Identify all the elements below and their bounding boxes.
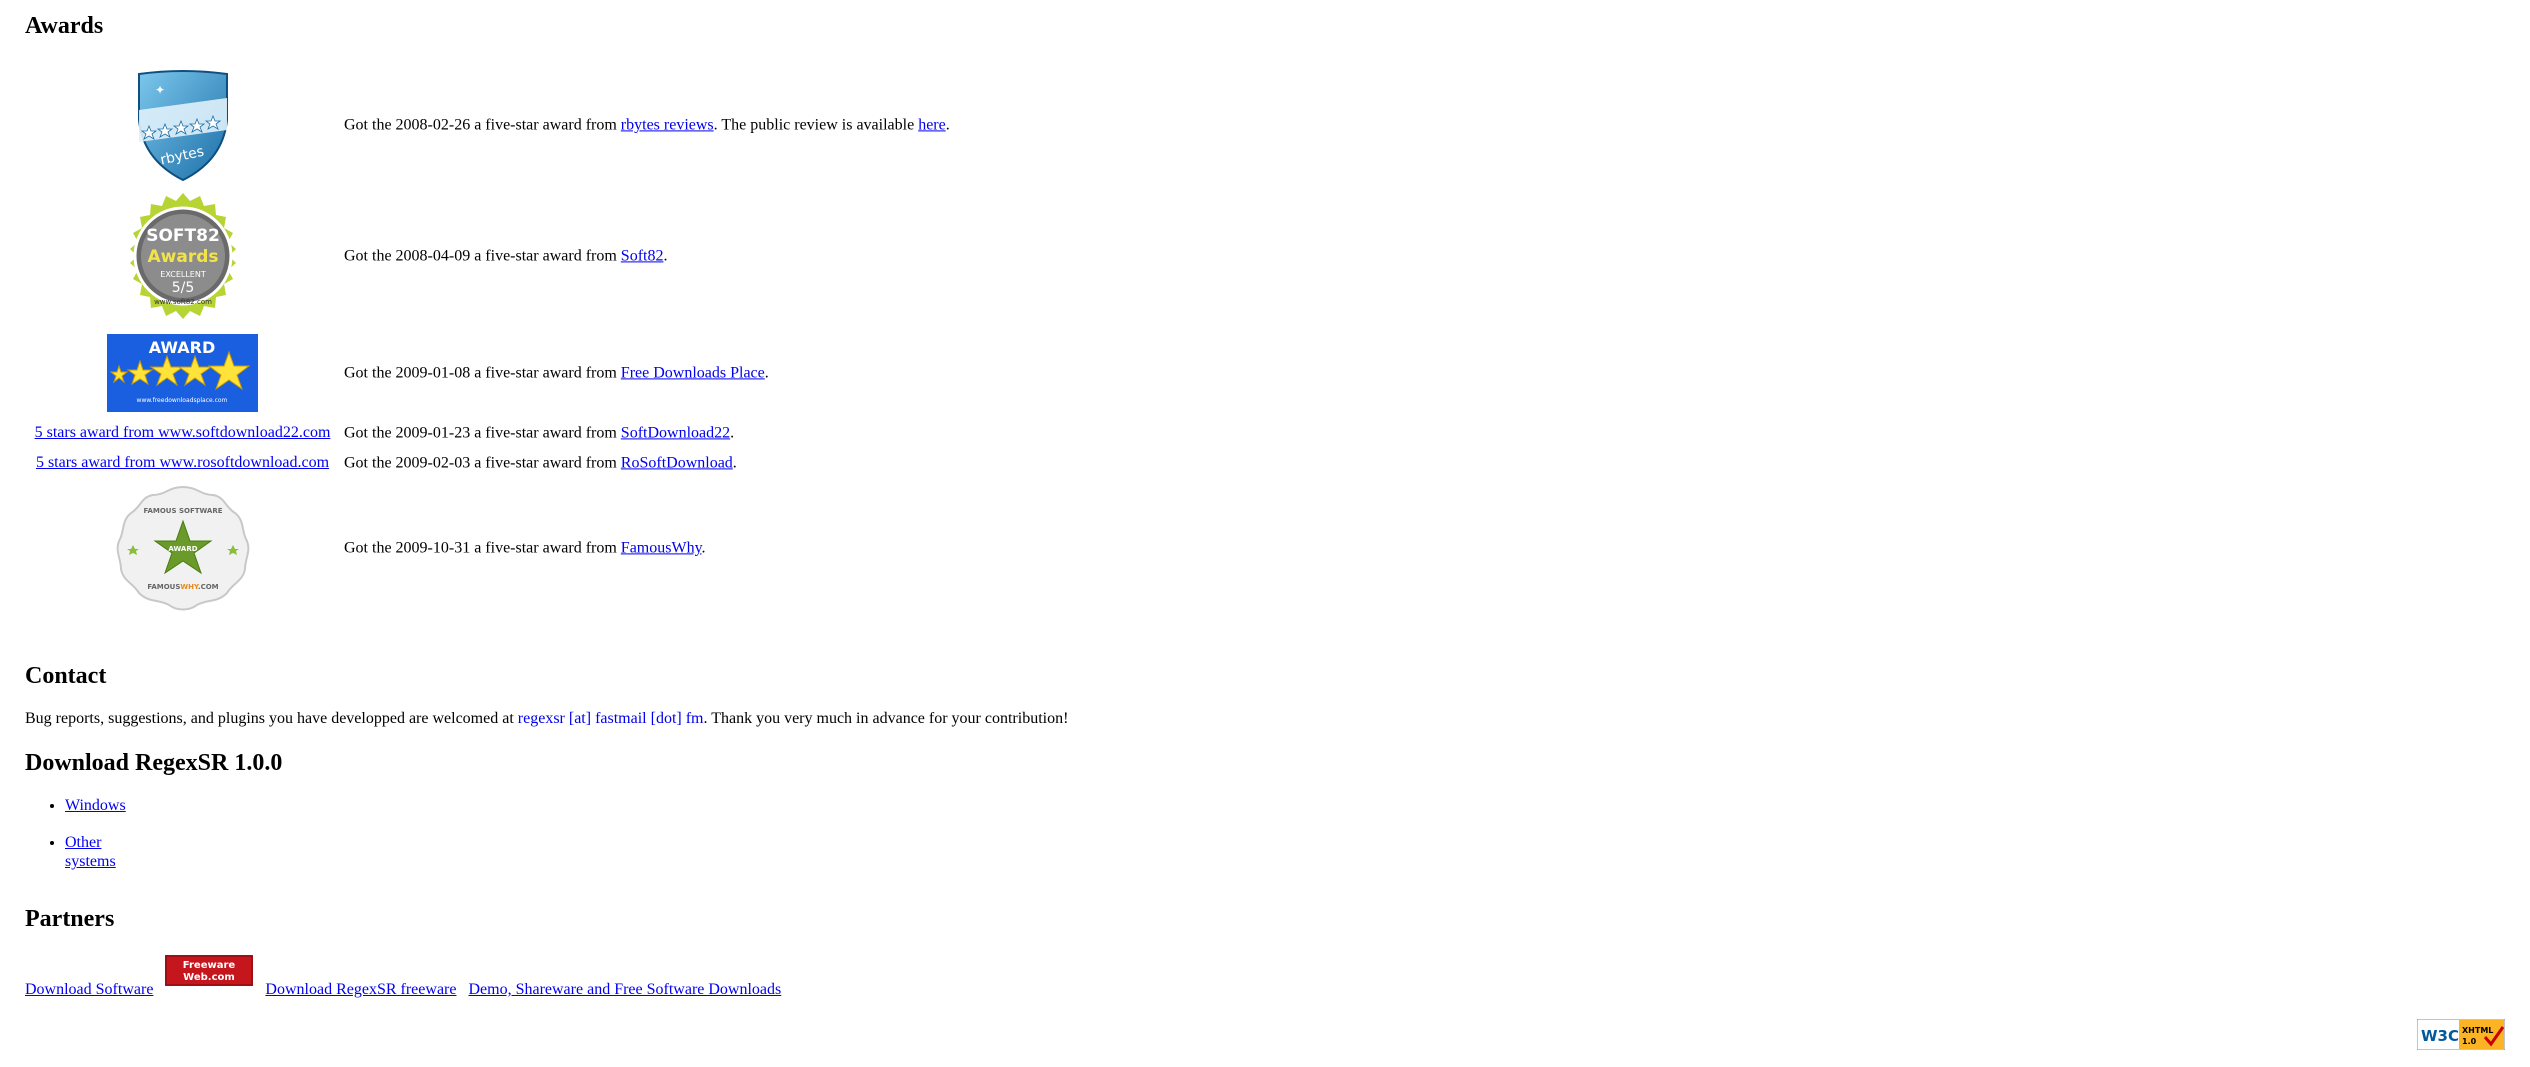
award-badge-rosoftdownload: 5 stars award from www.rosoftdownload.co… [25,453,340,473]
svg-text:SOFT82: SOFT82 [146,226,220,246]
svg-text:1.0: 1.0 [2462,1037,2477,1046]
download-windows-link[interactable]: Windows [65,797,126,814]
award-description-3: Got the 2009-01-08 a five-star award fro… [344,364,769,382]
w3c-valid-xhtml-icon: W3C XHTML 1.0 [2416,1018,2506,1051]
svg-text:www.soft82.com: www.soft82.com [154,298,212,306]
contact-heading: Contact [25,663,107,689]
award-badge-rbytes[interactable]: rbytes ✦ [25,68,340,183]
award-badge-soft82[interactable]: SOFT82 Awards EXCELLENT 5/5 www.soft82.c… [25,192,340,320]
svg-text:W3C: W3C [2421,1027,2459,1045]
svg-text:www.freedownloadsplace.com: www.freedownloadsplace.com [137,397,228,404]
contact-paragraph: Bug reports, suggestions, and plugins yo… [25,710,1069,727]
download-list-item: Windows [65,796,126,815]
award-badge-freedownloadsplace[interactable]: AWARD www.freedownloadsplace.com [25,334,340,412]
download-list-item: Other systems [65,833,126,871]
awards-heading: Awards [25,13,104,39]
freewareweb-badge[interactable]: Freeware Web.com [165,955,254,991]
famouswhy-link[interactable]: FamousWhy [621,539,702,556]
free-downloads-place-award-icon: AWARD www.freedownloadsplace.com [107,334,258,412]
freewareweb-logo-icon: Freeware Web.com [165,955,254,986]
rbytes-review-here-link[interactable]: here [918,116,946,133]
award-description-4: Got the 2009-01-23 a five-star award fro… [344,424,735,442]
partner-demo-shareware-link[interactable]: Demo, Shareware and Free Software Downlo… [468,980,781,999]
rosoftdownload-award-link[interactable]: 5 stars award from www.rosoftdownload.co… [36,453,329,472]
award-description-1: Got the 2008-02-26 a five-star award fro… [344,116,950,134]
partners-row: Download Software Freeware Web.com Downl… [25,955,793,999]
svg-text:FAMOUSWHY.COM: FAMOUSWHY.COM [147,583,218,591]
softdownload22-award-link[interactable]: 5 stars award from www.softdownload22.co… [35,423,331,442]
contact-email-link[interactable]: regexsr [at] fastmail [dot] fm [518,710,704,727]
partner-download-regexsr-freeware-link[interactable]: Download RegexSR freeware [265,980,456,999]
svg-text:✦: ✦ [155,83,165,97]
award-badge-softdownload22: 5 stars award from www.softdownload22.co… [25,423,340,443]
download-other-systems-link[interactable]: Other systems [65,834,116,870]
svg-text:AWARD: AWARD [149,338,216,357]
svg-text:Awards: Awards [147,247,218,267]
award-description-2: Got the 2008-04-09 a five-star award fro… [344,247,668,265]
rbytes-shield-icon: rbytes ✦ [137,69,228,181]
rosoftdownload-link[interactable]: RoSoftDownload [621,454,733,471]
award-badge-famouswhy[interactable]: FAMOUS SOFTWARE AWARD FAMOUSWHY.COM [25,485,340,613]
famouswhy-award-icon: FAMOUS SOFTWARE AWARD FAMOUSWHY.COM [116,485,249,611]
award-description-5: Got the 2009-02-03 a five-star award fro… [344,454,737,472]
svg-text:5/5: 5/5 [171,280,194,296]
download-heading: Download RegexSR 1.0.0 [25,750,283,776]
svg-text:Freeware: Freeware [183,960,236,971]
soft82-award-icon: SOFT82 Awards EXCELLENT 5/5 www.soft82.c… [129,193,236,319]
svg-text:XHTML: XHTML [2462,1026,2493,1035]
softdownload22-link[interactable]: SoftDownload22 [621,424,730,441]
award-description-6: Got the 2009-10-31 a five-star award fro… [344,539,706,557]
svg-text:Web.com: Web.com [184,972,236,983]
svg-text:EXCELLENT: EXCELLENT [160,270,206,279]
partners-heading: Partners [25,906,115,932]
svg-text:FAMOUS SOFTWARE: FAMOUS SOFTWARE [143,507,222,515]
rbytes-reviews-link[interactable]: rbytes reviews [621,116,714,133]
partner-download-software-link[interactable]: Download Software [25,980,153,999]
soft82-link[interactable]: Soft82 [621,247,664,264]
svg-text:AWARD: AWARD [168,545,197,553]
free-downloads-place-link[interactable]: Free Downloads Place [621,364,765,381]
w3c-xhtml-badge[interactable]: W3C XHTML 1.0 [2416,1018,2506,1055]
